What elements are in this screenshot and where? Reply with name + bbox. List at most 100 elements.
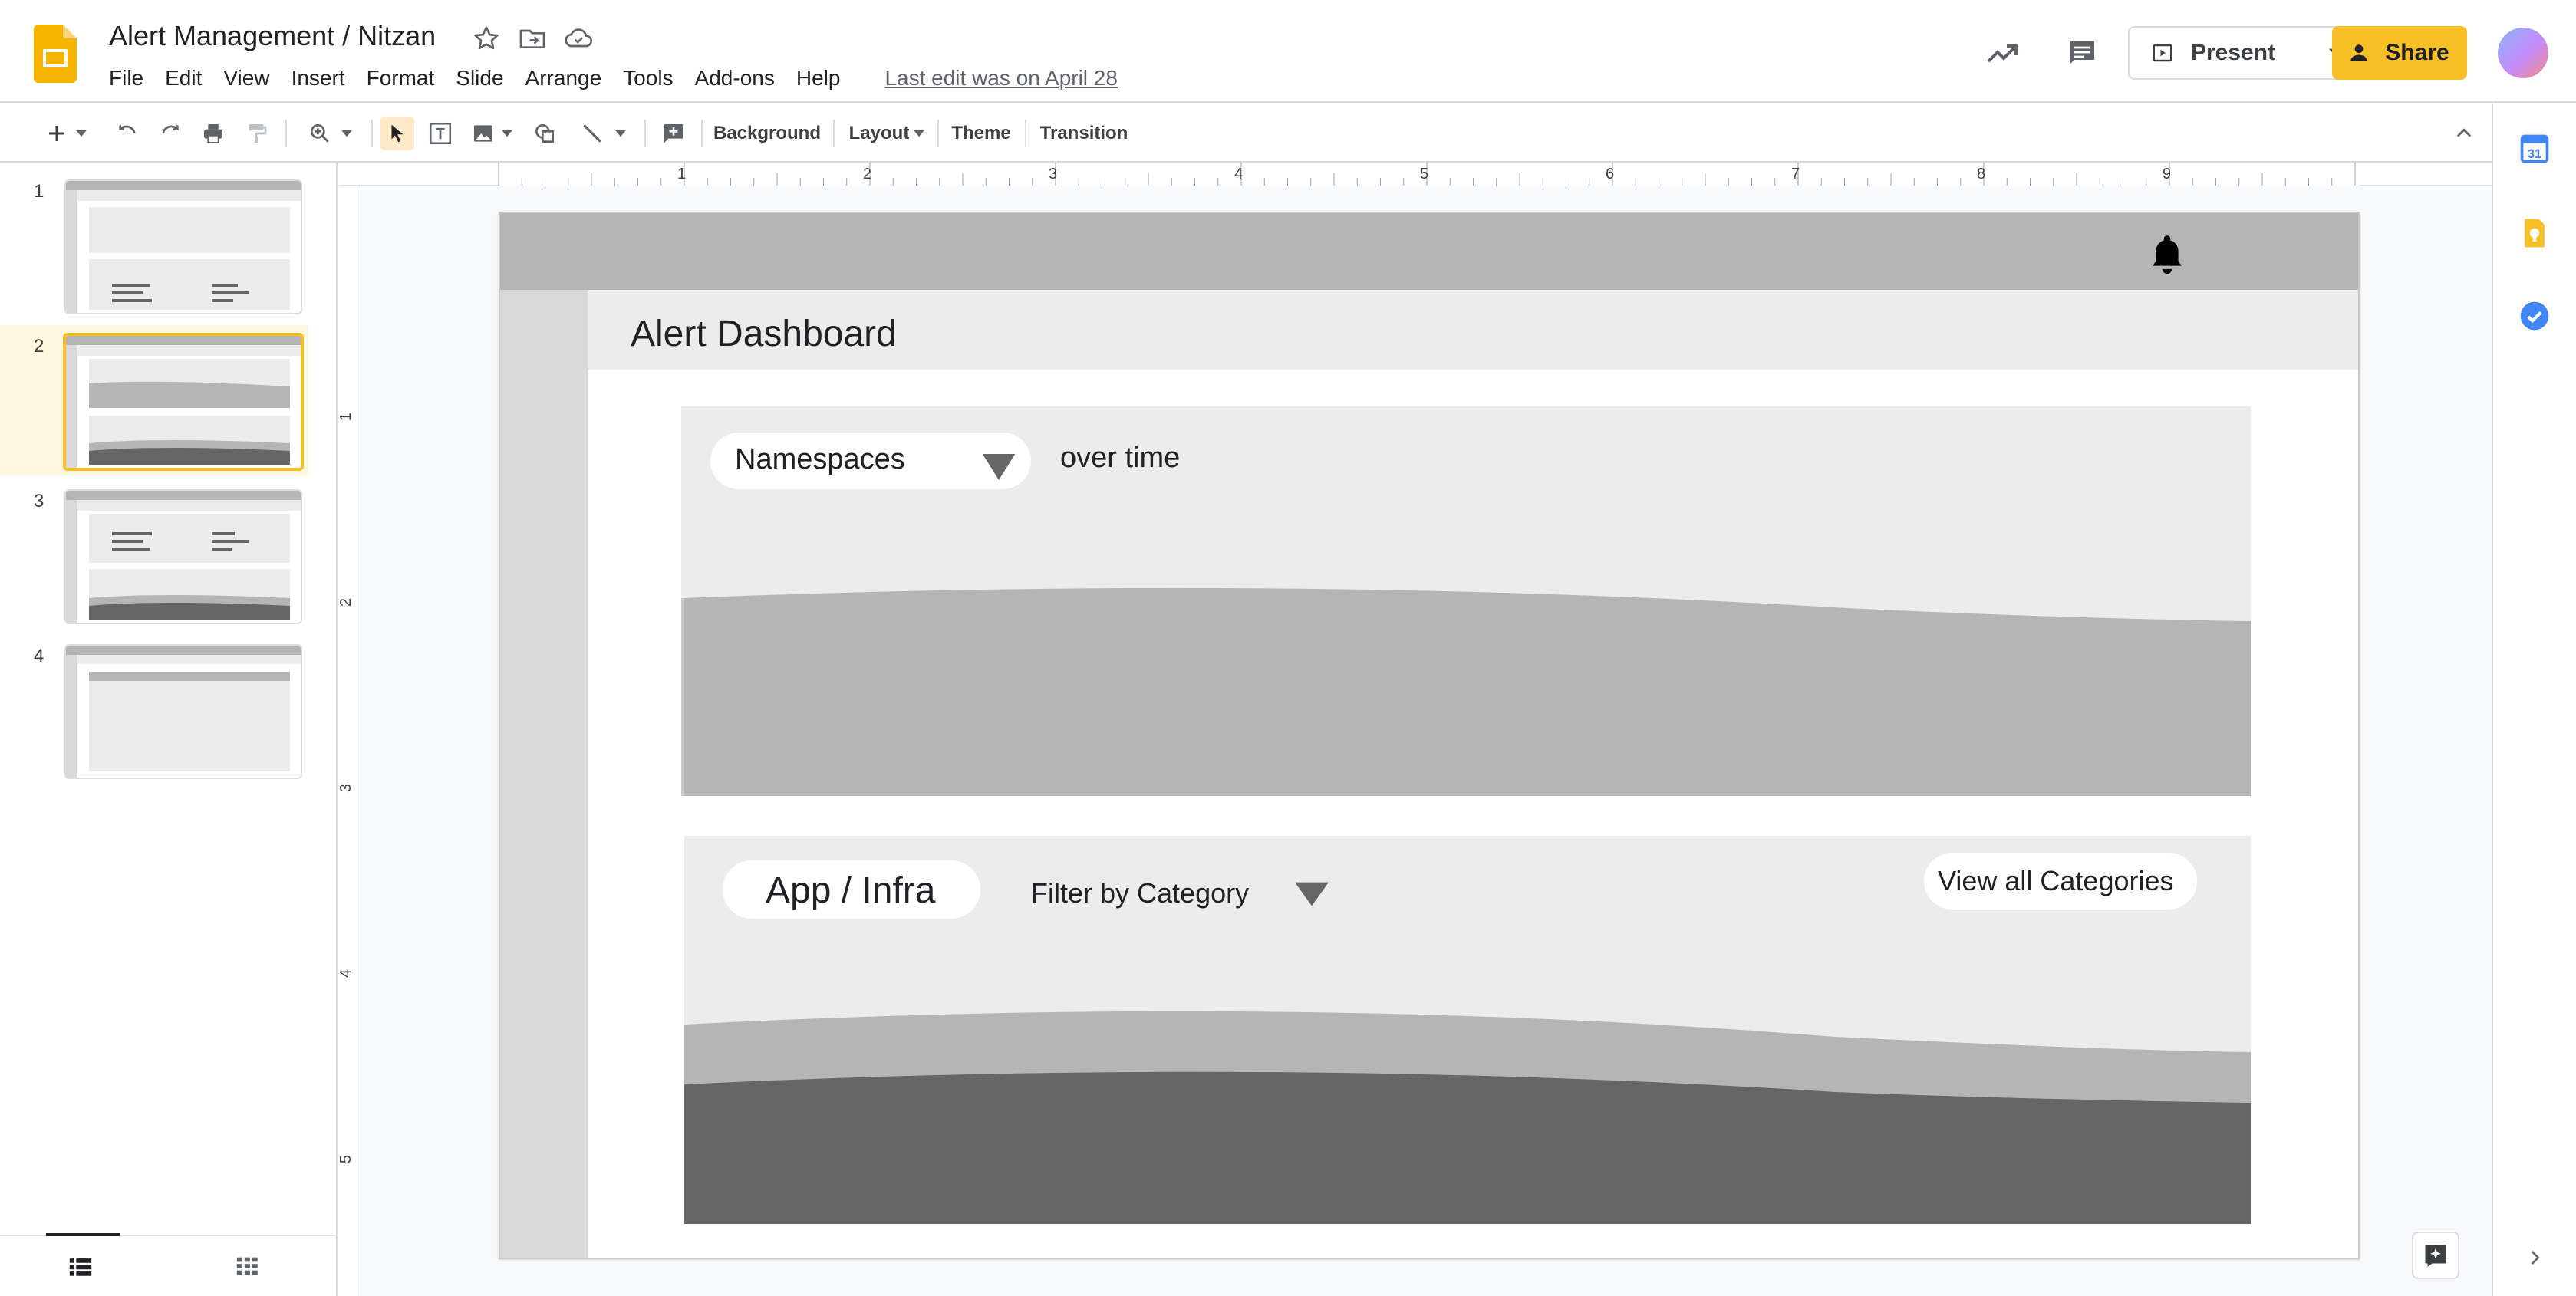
active-view-indicator [46,1233,120,1236]
last-edit-link[interactable]: Last edit was on April 28 [874,64,1128,92]
theme-button[interactable]: Theme [948,117,1014,150]
slide-canvas[interactable]: Alert Dashboard Namespaces over time App… [499,212,2360,1259]
toolbar-separator [833,120,835,147]
explore-button[interactable] [2412,1232,2459,1279]
print-button[interactable] [196,117,230,150]
chevron-down-icon [76,130,87,137]
app-infra-label: App / Infra [766,870,936,911]
present-label: Present [2191,40,2276,65]
slide-number: 3 [34,491,44,511]
menu-help[interactable]: Help [786,64,852,92]
move-to-folder-icon[interactable] [517,23,548,54]
background-button[interactable]: Background [712,117,822,150]
paint-format-button[interactable] [239,117,273,150]
slide-left-sidebar[interactable] [500,290,588,1258]
star-icon[interactable] [471,23,502,54]
namespaces-dropdown[interactable]: Namespaces [710,433,1031,489]
ruler-number: 4 [1234,166,1244,183]
filmstrip-view-switcher [0,1233,336,1296]
svg-text:31: 31 [2528,147,2541,161]
tasks-icon[interactable] [2518,299,2551,333]
menu-insert[interactable]: Insert [281,64,356,92]
zoom-icon [311,124,329,143]
slide-thumbnail-4[interactable]: 4 [0,635,308,785]
slides-logo-icon[interactable] [34,25,77,83]
explore-icon [2425,1245,2446,1267]
document-title[interactable]: Alert Management / Nitzan [109,20,436,52]
ruler-number: 1 [338,412,355,422]
ruler-number: 1 [677,166,687,183]
menu-arrange[interactable]: Arrange [515,64,613,92]
bell-icon[interactable] [2148,232,2186,275]
select-tool-button[interactable] [380,117,414,150]
cloud-status-icon[interactable] [563,23,594,54]
menu-addons[interactable]: Add-ons [684,64,786,92]
shape-button[interactable] [528,117,562,150]
present-button[interactable]: Present [2128,26,2323,80]
transition-label: Transition [1039,123,1128,143]
menu-file[interactable]: File [109,64,154,92]
account-avatar[interactable] [2498,28,2548,78]
calendar-icon[interactable]: 31 [2518,132,2551,166]
menu-tools[interactable]: Tools [612,64,684,92]
print-icon [204,124,222,143]
slide-top-bar[interactable] [500,213,2358,290]
slide-preview [64,644,302,779]
transition-button[interactable]: Transition [1036,117,1132,150]
chevron-down-icon [914,130,925,137]
line-icon [583,124,601,143]
text-box-icon [429,122,452,145]
slide-thumbnail-1[interactable]: 1 [0,170,308,321]
undo-button[interactable] [110,117,144,150]
ruler-number: 8 [1977,166,1986,183]
filmstrip-view-icon[interactable] [68,1255,94,1278]
over-time-label: over time [1060,442,1181,474]
slide-title[interactable]: Alert Dashboard [631,313,897,355]
chevron-right-icon[interactable] [2524,1247,2545,1268]
slide-preview [64,489,302,624]
redo-button[interactable] [153,117,187,150]
menu-view[interactable]: View [212,64,280,92]
app-infra-pill[interactable]: App / Infra [723,860,980,919]
slide-thumbnail-3[interactable]: 3 [0,480,308,630]
menu-format[interactable]: Format [356,64,446,92]
person-add-icon [2350,44,2367,61]
namespaces-chart-panel[interactable]: Namespaces over time [681,406,2251,796]
horizontal-ruler[interactable]: 1 2 3 4 5 6 7 8 9 [339,163,2492,186]
ruler-number: 4 [338,969,355,979]
share-button[interactable]: Share [2332,26,2467,80]
text-box-button[interactable] [423,117,457,150]
side-panel: 31 [2492,103,2576,1296]
keep-icon[interactable] [2518,216,2551,250]
ruler-number: 6 [1606,166,1615,183]
filter-by-category-label[interactable]: Filter by Category [1031,877,1249,910]
slide-thumbnail-2[interactable]: 2 [0,325,308,475]
namespaces-dropdown-label: Namespaces [735,443,905,475]
new-slide-button[interactable] [37,117,95,150]
ruler-number: 5 [1420,166,1429,183]
activity-trend-icon[interactable] [1984,35,2021,72]
slide-number: 2 [34,336,44,357]
insert-image-button[interactable] [466,117,517,150]
menu-slide[interactable]: Slide [445,64,514,92]
zoom-button[interactable] [301,117,359,150]
comments-icon[interactable] [2064,35,2100,72]
menu-bar: File Edit View Insert Format Slide Arran… [109,64,1128,92]
filter-dropdown-triangle-icon[interactable] [1295,882,1329,906]
collapse-toolbar-button[interactable] [2447,117,2481,150]
line-button[interactable] [572,117,634,150]
category-chart-panel[interactable]: App / Infra Filter by Category View all … [684,836,2251,1224]
slide-number: 1 [34,181,44,202]
slide-number: 4 [34,646,44,666]
menu-edit[interactable]: Edit [154,64,212,92]
dropdown-triangle-icon [982,454,1016,480]
add-comment-button[interactable] [657,117,690,150]
layout-button[interactable]: Layout [844,117,930,150]
layout-label: Layout [848,123,910,143]
slide-filmstrip: 1 2 3 4 [0,163,338,1296]
toolbar-separator [371,120,373,147]
grid-view-icon[interactable] [235,1255,261,1278]
vertical-ruler[interactable]: 1 2 3 4 5 [338,186,357,1296]
undo-icon [119,125,136,134]
view-all-categories-button[interactable]: View all Categories [1924,853,2197,910]
